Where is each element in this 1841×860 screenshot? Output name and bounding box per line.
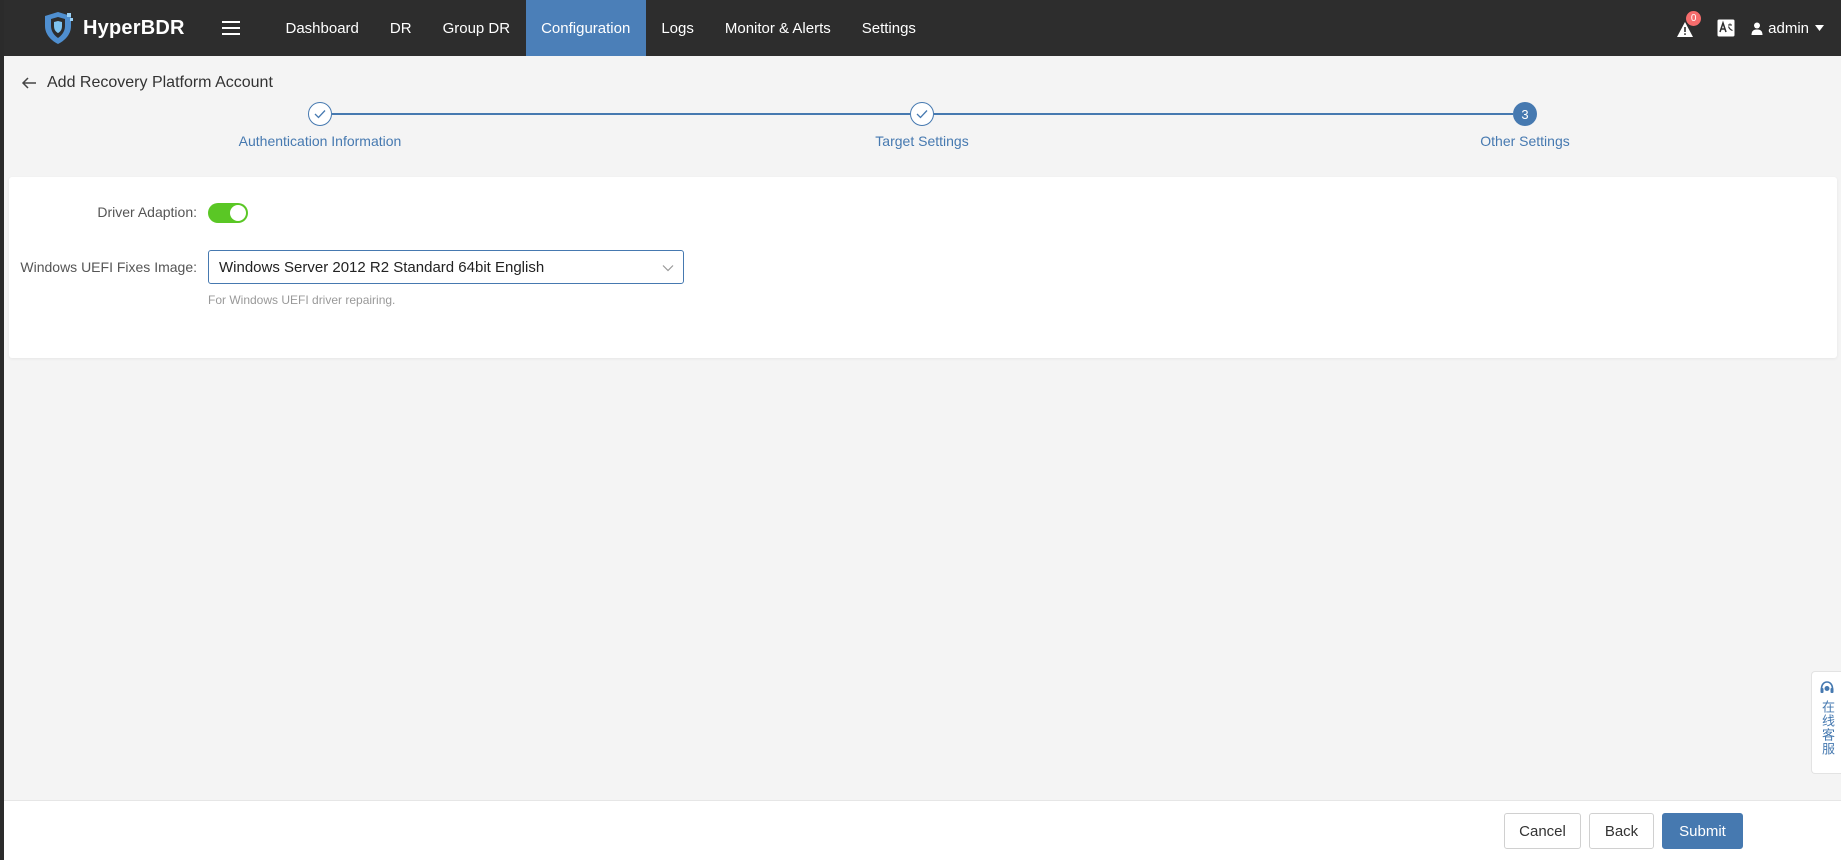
username: admin xyxy=(1768,19,1809,37)
shield-logo-icon xyxy=(45,12,73,44)
uefi-image-value: Windows Server 2012 R2 Standard 64bit En… xyxy=(219,258,545,276)
user-icon xyxy=(1751,22,1763,35)
check-icon xyxy=(916,110,928,119)
nav-group-dr[interactable]: Group DR xyxy=(427,0,526,56)
main-nav: Dashboard DR Group DR Configuration Logs… xyxy=(270,0,931,56)
step-3-label: Other Settings xyxy=(1480,133,1570,149)
step-3-number: 3 xyxy=(1513,102,1537,126)
toggle-knob xyxy=(230,205,246,221)
step-1-label: Authentication Information xyxy=(238,133,402,149)
nav-dashboard[interactable]: Dashboard xyxy=(270,0,374,56)
hamburger-icon xyxy=(222,21,240,35)
alert-count-badge: 0 xyxy=(1686,11,1702,26)
online-service-tab[interactable]: 在线客服 xyxy=(1811,671,1841,774)
back-arrow-icon[interactable] xyxy=(20,74,38,92)
step-1-check xyxy=(308,102,332,126)
step-connector-2 xyxy=(934,113,1513,115)
window-frame-edge xyxy=(0,0,4,860)
user-menu[interactable]: admin xyxy=(1751,20,1829,37)
nav-logs[interactable]: Logs xyxy=(646,0,710,56)
step-2-check xyxy=(910,102,934,126)
footer-bar: Cancel Back Submit xyxy=(0,800,1841,860)
nav-monitor-alerts[interactable]: Monitor & Alerts xyxy=(709,0,846,56)
cancel-button[interactable]: Cancel xyxy=(1504,813,1581,849)
back-button[interactable]: Back xyxy=(1589,813,1654,849)
uefi-image-select[interactable]: Windows Server 2012 R2 Standard 64bit En… xyxy=(208,250,684,284)
headset-icon xyxy=(1820,681,1833,693)
caret-down-icon xyxy=(1815,25,1824,31)
top-navbar: HyperBDR Dashboard DR Group DR Configura… xyxy=(0,0,1841,56)
check-icon xyxy=(314,110,326,119)
app-name: HyperBDR xyxy=(83,16,185,39)
online-service-label: 在线客服 xyxy=(1819,700,1834,756)
nav-dr[interactable]: DR xyxy=(374,0,427,56)
app-logo[interactable]: HyperBDR xyxy=(42,11,212,45)
submit-button[interactable]: Submit xyxy=(1662,813,1743,849)
language-icon[interactable] xyxy=(1717,19,1735,37)
settings-card: Driver Adaption: Windows UEFI Fixes Imag… xyxy=(9,177,1837,358)
driver-adaption-toggle[interactable] xyxy=(208,203,248,223)
step-2-label: Target Settings xyxy=(875,133,969,149)
uefi-image-label: Windows UEFI Fixes Image: xyxy=(20,259,197,275)
driver-adaption-label: Driver Adaption: xyxy=(97,204,197,220)
page-title: Add Recovery Platform Account xyxy=(47,74,273,91)
nav-settings[interactable]: Settings xyxy=(846,0,931,56)
uefi-image-hint: For Windows UEFI driver repairing. xyxy=(208,293,396,307)
menu-toggle-button[interactable] xyxy=(218,0,244,56)
page-header: Add Recovery Platform Account xyxy=(20,74,273,92)
step-connector-1 xyxy=(332,113,910,115)
chevron-down-icon xyxy=(662,265,674,272)
nav-configuration[interactable]: Configuration xyxy=(525,0,646,56)
alerts-button[interactable]: 0 xyxy=(1675,11,1702,39)
step-indicator: Authentication Information Target Settin… xyxy=(0,100,1841,160)
